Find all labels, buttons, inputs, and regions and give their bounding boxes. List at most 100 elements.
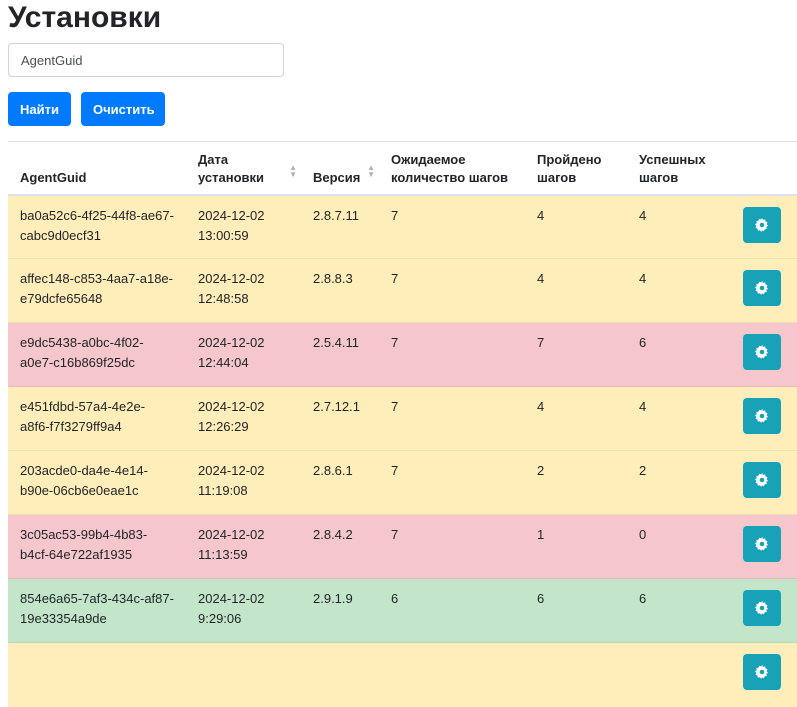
- cell-actions: [731, 322, 797, 387]
- cell-actions: [731, 514, 797, 579]
- cell-steps-done: 1: [525, 514, 627, 579]
- gear-icon: [755, 409, 769, 423]
- cell-version: 2.8.7.11: [301, 194, 379, 259]
- column-header-successful-steps: Успешных шагов: [627, 141, 731, 196]
- cell-agentguid: ba0a52c6-4f25-44f8-ae67-cabc9d0ecf31: [8, 194, 186, 259]
- cell-actions: [731, 578, 797, 643]
- cell-expected-steps: 7: [379, 322, 525, 387]
- cell-steps-done: 7: [525, 322, 627, 387]
- cell-install-date: 2024-12-02 12:26:29: [186, 386, 301, 451]
- cell-agentguid: affec148-c853-4aa7-a18e-e79dcfe65648: [8, 258, 186, 323]
- settings-button[interactable]: [743, 206, 781, 243]
- cell-actions: [731, 194, 797, 259]
- cell-version: [301, 642, 379, 707]
- gear-icon: [755, 217, 769, 232]
- install-date: 2024-12-02: [198, 463, 265, 478]
- sort-icon: ▲ ▼: [367, 162, 375, 179]
- settings-button[interactable]: [743, 590, 781, 626]
- cell-install-date: 2024-12-02 12:44:04: [186, 322, 301, 387]
- cell-agentguid: [8, 642, 186, 707]
- install-date: 2024-12-02: [198, 399, 265, 414]
- column-header-steps-done: Пройдено шагов: [525, 141, 627, 196]
- table-row: e451fdbd-57a4-4e2e-a8f6-f7f3279ff9a4 2024…: [8, 386, 797, 451]
- table-row: ba0a52c6-4f25-44f8-ae67-cabc9d0ecf31 2024…: [8, 194, 797, 259]
- install-time: 11:13:59: [198, 547, 248, 562]
- cell-successful-steps: 6: [627, 578, 731, 643]
- cell-expected-steps: 6: [379, 578, 525, 643]
- gear-icon: [755, 665, 769, 679]
- column-header-label: Версия: [313, 169, 361, 185]
- install-date: 2024-12-02: [198, 207, 265, 223]
- settings-button[interactable]: [743, 654, 781, 690]
- install-time: 12:44:04: [198, 355, 249, 370]
- install-time: 12:26:29: [198, 419, 249, 434]
- cell-actions: [731, 450, 797, 515]
- cell-agentguid: 203acde0-da4e-4e14-b90e-06cb6e0eae1c: [8, 450, 186, 515]
- cell-agentguid: e9dc5438-a0bc-4f02-a0e7-c16b869f25dc: [8, 322, 186, 387]
- sort-icon: ▲ ▼: [289, 162, 297, 179]
- cell-version: 2.7.12.1: [301, 386, 379, 451]
- page-title: Установки: [8, 1, 162, 34]
- cell-successful-steps: [627, 642, 731, 707]
- settings-button[interactable]: [743, 526, 781, 562]
- install-date: 2024-12-02: [198, 591, 265, 606]
- cell-install-date: 2024-12-02 11:19:08: [186, 450, 301, 515]
- cell-version: 2.8.6.1: [301, 450, 379, 515]
- cell-install-date: 2024-12-02 13:00:59: [186, 194, 301, 259]
- cell-steps-done: 6: [525, 578, 627, 643]
- cell-successful-steps: 2: [627, 450, 731, 515]
- install-date: 2024-12-02: [198, 271, 265, 286]
- cell-actions: [731, 642, 797, 707]
- cell-expected-steps: 7: [379, 386, 525, 451]
- find-button[interactable]: Найти: [8, 92, 71, 126]
- column-header-version[interactable]: Версия ▲ ▼: [301, 141, 379, 196]
- cell-install-date: 2024-12-02 11:13:59: [186, 514, 301, 579]
- gear-icon: [755, 473, 769, 487]
- settings-button[interactable]: [743, 462, 781, 498]
- install-time: 9:29:06: [198, 611, 242, 626]
- cell-expected-steps: 7: [379, 514, 525, 579]
- cell-successful-steps: 4: [627, 386, 731, 451]
- cell-steps-done: 2: [525, 450, 627, 515]
- cell-version: 2.8.4.2: [301, 514, 379, 579]
- settings-button[interactable]: [743, 398, 781, 434]
- cell-steps-done: 4: [525, 194, 627, 259]
- table-row: 3c05ac53-99b4-4b83-b4cf-64e722af1935 2024…: [8, 514, 797, 579]
- cell-agentguid: e451fdbd-57a4-4e2e-a8f6-f7f3279ff9a4: [8, 386, 186, 451]
- table-row: [8, 642, 797, 707]
- settings-button[interactable]: [743, 270, 781, 306]
- cell-steps-done: 4: [525, 258, 627, 323]
- cell-install-date: 2024-12-02 9:29:06: [186, 578, 301, 643]
- install-time: 12:48:58: [198, 291, 249, 306]
- cell-successful-steps: 0: [627, 514, 731, 579]
- cell-expected-steps: [379, 642, 525, 707]
- cell-agentguid: 854e6a65-7af3-434c-af87-19e33354a9de: [8, 578, 186, 643]
- gear-icon: [755, 345, 769, 359]
- table-header: AgentGuid Дата установки ▲ ▼ Версия ▲ ▼ Ож…: [8, 141, 797, 196]
- cell-actions: [731, 258, 797, 323]
- column-header-install-date[interactable]: Дата установки ▲ ▼: [186, 141, 301, 196]
- install-date: 2024-12-02: [198, 527, 265, 542]
- gear-icon: [755, 281, 769, 295]
- table-row: affec148-c853-4aa7-a18e-e79dcfe65648 2024…: [8, 258, 797, 323]
- clear-button[interactable]: Очистить: [81, 92, 165, 126]
- cell-successful-steps: 4: [627, 194, 731, 259]
- table-body: ba0a52c6-4f25-44f8-ae67-cabc9d0ecf31 2024…: [8, 194, 797, 707]
- install-time: 13:00:59: [198, 227, 249, 243]
- cell-successful-steps: 6: [627, 322, 731, 387]
- cell-version: 2.8.8.3: [301, 258, 379, 323]
- cell-install-date: [186, 642, 301, 707]
- gear-icon: [755, 601, 769, 615]
- installations-table: AgentGuid Дата установки ▲ ▼ Версия ▲ ▼ Ож…: [8, 141, 797, 707]
- table-row: 203acde0-da4e-4e14-b90e-06cb6e0eae1c 2024…: [8, 450, 797, 515]
- install-date: 2024-12-02: [198, 335, 265, 350]
- agentguid-search-input[interactable]: [8, 43, 284, 77]
- gear-icon: [755, 537, 769, 551]
- cell-actions: [731, 386, 797, 451]
- cell-expected-steps: 7: [379, 194, 525, 259]
- cell-steps-done: [525, 642, 627, 707]
- cell-successful-steps: 4: [627, 258, 731, 323]
- settings-button[interactable]: [743, 334, 781, 370]
- install-time: 11:19:08: [198, 483, 248, 498]
- cell-expected-steps: 7: [379, 258, 525, 323]
